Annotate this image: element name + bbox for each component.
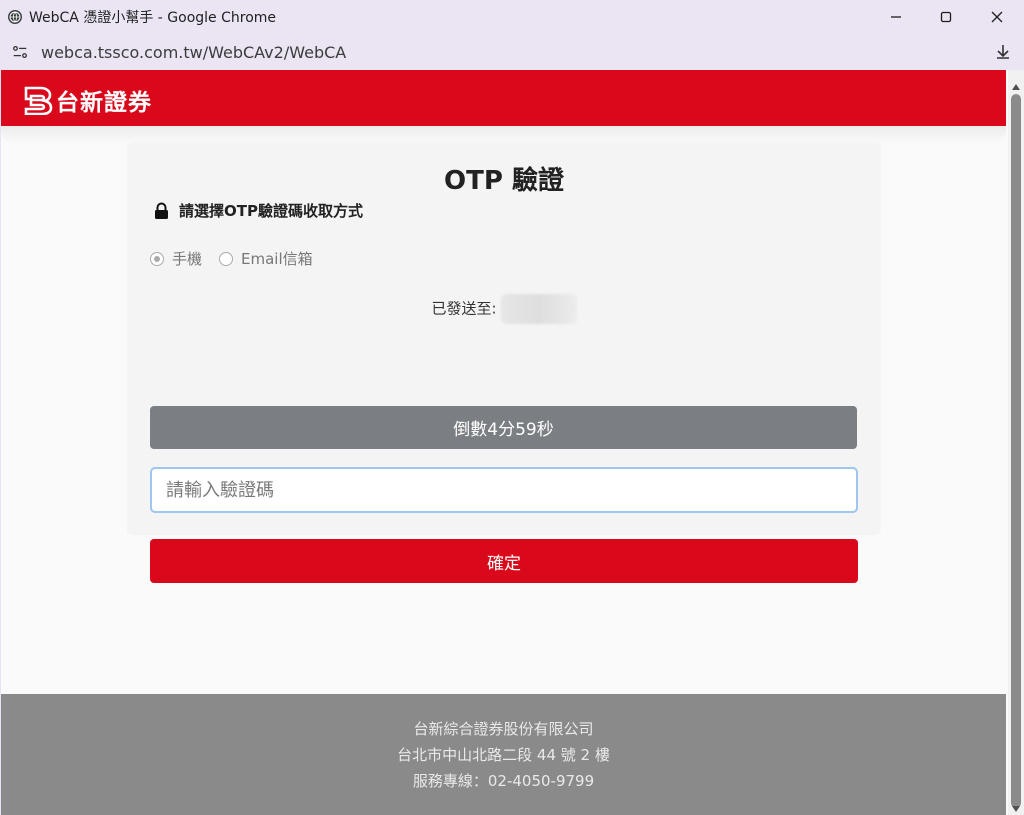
globe-icon <box>8 10 22 24</box>
site-settings-icon[interactable] <box>7 39 33 65</box>
otp-card: OTP 驗證 請選擇OTP驗證碼收取方式 手機 Email信箱 已發送至: 倒數… <box>127 142 881 583</box>
site-footer: 台新綜合證券股份有限公司 台北市中山北路二段 44 號 2 樓 服務專線：02-… <box>1 694 1006 815</box>
window-titlebar: WebCA 憑證小幫手 - Google Chrome <box>0 0 1024 34</box>
scroll-down-arrow-icon[interactable] <box>1012 806 1020 812</box>
masked-recipient <box>500 294 577 324</box>
radio-phone[interactable] <box>150 251 164 266</box>
maximize-icon <box>940 11 952 23</box>
lock-icon <box>155 202 168 219</box>
countdown-bar: 倒數4分59秒 <box>150 406 857 449</box>
scrollbar-thumb[interactable] <box>1011 94 1021 808</box>
page-viewport: 台新證券 OTP 驗證 請選擇OTP驗證碼收取方式 手機 Email信箱 已發送… <box>1 70 1008 815</box>
subtitle: 請選擇OTP驗證碼收取方式 <box>154 200 363 221</box>
delivery-method-options: 手機 Email信箱 <box>150 248 330 269</box>
footer-company: 台新綜合證券股份有限公司 <box>413 720 594 738</box>
minimize-icon <box>891 16 901 18</box>
countdown-text: 倒數4分59秒 <box>453 420 554 440</box>
scroll-up-arrow-icon[interactable] <box>1012 84 1020 90</box>
subtitle-text: 請選擇OTP驗證碼收取方式 <box>179 202 363 220</box>
footer-hotline: 服務專線：02-4050-9799 <box>412 772 595 790</box>
address-bar: webca.tssco.com.tw/WebCAv2/WebCA <box>0 34 1024 70</box>
logo-mark-icon <box>24 86 53 115</box>
sent-to-row: 已發送至: <box>127 294 881 324</box>
close-icon <box>991 11 1003 23</box>
radio-email-label[interactable]: Email信箱 <box>241 248 313 269</box>
close-button[interactable] <box>972 0 1022 34</box>
otp-input[interactable] <box>150 467 858 513</box>
confirm-button[interactable]: 確定 <box>150 539 858 583</box>
download-icon[interactable] <box>992 41 1014 63</box>
footer-address: 台北市中山北路二段 44 號 2 樓 <box>397 746 610 764</box>
radio-phone-label[interactable]: 手機 <box>172 248 202 269</box>
maximize-button[interactable] <box>921 0 971 34</box>
site-header: 台新證券 <box>1 70 1006 126</box>
minimize-button[interactable] <box>871 0 921 34</box>
radio-email[interactable] <box>219 251 234 266</box>
sent-to-label: 已發送至: <box>431 299 497 318</box>
brand-logo[interactable]: 台新證券 <box>23 83 152 117</box>
window-title: WebCA 憑證小幫手 - Google Chrome <box>29 10 277 26</box>
page-title: OTP 驗證 <box>444 166 564 196</box>
brand-name: 台新證券 <box>56 90 152 116</box>
vertical-scrollbar[interactable] <box>1008 70 1024 815</box>
url-text[interactable]: webca.tssco.com.tw/WebCAv2/WebCA <box>41 43 346 62</box>
